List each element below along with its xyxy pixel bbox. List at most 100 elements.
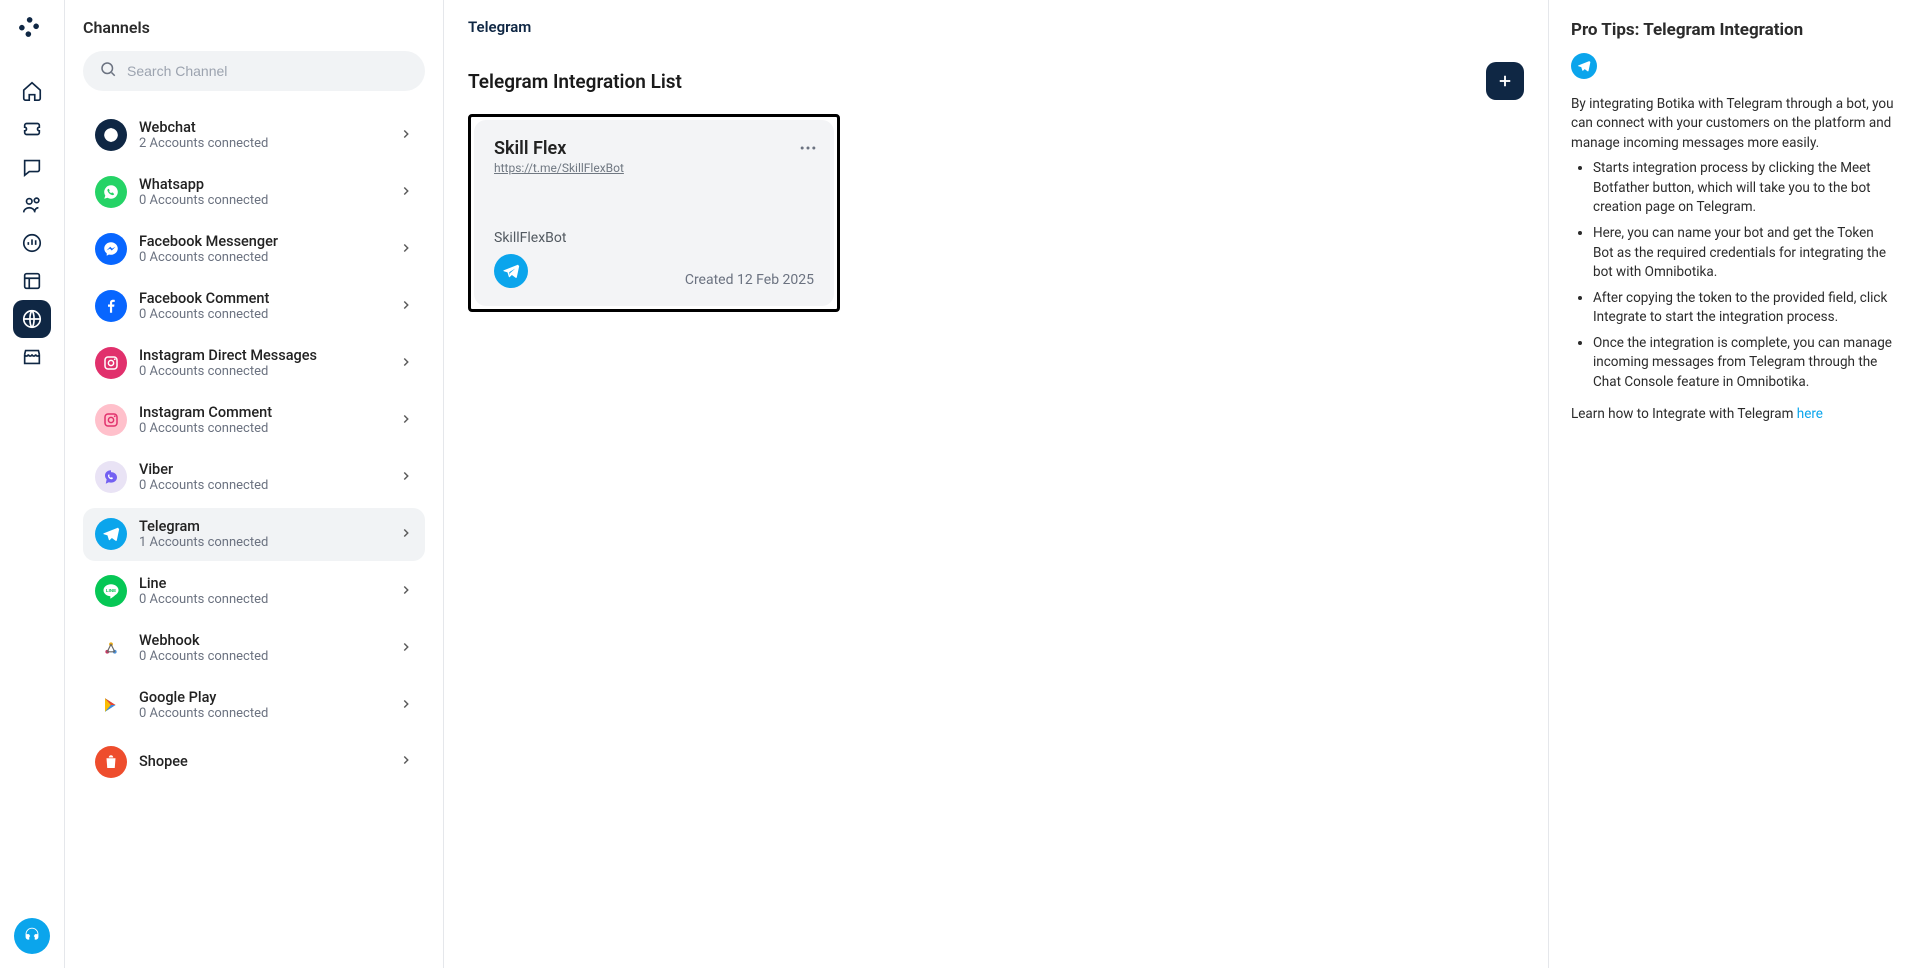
channel-item-line[interactable]: LINE Line0 Accounts connected bbox=[83, 565, 425, 618]
svg-text:LINE: LINE bbox=[106, 588, 116, 593]
chevron-right-icon bbox=[399, 696, 413, 715]
nav-rail bbox=[0, 0, 65, 968]
webhook-icon bbox=[95, 632, 127, 664]
telegram-icon bbox=[494, 254, 528, 288]
tips-title: Pro Tips: Telegram Integration bbox=[1571, 18, 1897, 43]
channel-name: Instagram Comment bbox=[139, 404, 387, 421]
channel-sub: 0 Accounts connected bbox=[139, 478, 387, 494]
channel-sub: 0 Accounts connected bbox=[139, 649, 387, 665]
card-bot-link[interactable]: https://t.me/SkillFlexBot bbox=[494, 161, 814, 175]
channel-name: Telegram bbox=[139, 518, 387, 535]
nav-channels[interactable] bbox=[13, 300, 51, 338]
search-channel-input[interactable] bbox=[127, 63, 409, 79]
channel-list: Webchat2 Accounts connectedWhatsapp0 Acc… bbox=[83, 101, 433, 968]
chevron-right-icon bbox=[399, 183, 413, 202]
app-logo bbox=[18, 16, 46, 44]
chevron-right-icon bbox=[399, 582, 413, 601]
nav-analytics[interactable] bbox=[13, 224, 51, 262]
tips-panel: Pro Tips: Telegram Integration By integr… bbox=[1549, 0, 1919, 968]
channel-sub: 1 Accounts connected bbox=[139, 535, 387, 551]
channel-name: Facebook Comment bbox=[139, 290, 387, 307]
globe-icon bbox=[95, 119, 127, 151]
nav-template[interactable] bbox=[13, 262, 51, 300]
channel-name: Whatsapp bbox=[139, 176, 387, 193]
channel-item-telegram[interactable]: Telegram1 Accounts connected bbox=[83, 508, 425, 561]
channel-item-shopee[interactable]: Shopee bbox=[83, 736, 425, 788]
nav-ticket[interactable] bbox=[13, 110, 51, 148]
chevron-right-icon bbox=[399, 411, 413, 430]
channel-item-whatsapp[interactable]: Whatsapp0 Accounts connected bbox=[83, 166, 425, 219]
channel-name: Google Play bbox=[139, 689, 387, 706]
shopee-icon bbox=[95, 746, 127, 778]
line-icon: LINE bbox=[95, 575, 127, 607]
assistant-bubble[interactable] bbox=[14, 918, 50, 954]
chevron-right-icon bbox=[399, 297, 413, 316]
chevron-right-icon bbox=[399, 240, 413, 259]
telegram-icon bbox=[1571, 53, 1597, 79]
integration-list-title: Telegram Integration List bbox=[468, 70, 682, 93]
search-icon bbox=[99, 60, 117, 82]
channel-item-facebook-comment[interactable]: Facebook Comment0 Accounts connected bbox=[83, 280, 425, 333]
integration-card-highlight: Skill Flex https://t.me/SkillFlexBot Ski… bbox=[468, 114, 840, 312]
chevron-right-icon bbox=[399, 354, 413, 373]
telegram-icon bbox=[95, 518, 127, 550]
chevron-right-icon bbox=[399, 639, 413, 658]
facebook-icon bbox=[95, 290, 127, 322]
channel-item-webchat[interactable]: Webchat2 Accounts connected bbox=[83, 109, 425, 162]
channel-name: Webchat bbox=[139, 119, 387, 136]
tips-learn-prefix: Learn how to Integrate with Telegram bbox=[1571, 406, 1797, 422]
channel-item-instagram-comment[interactable]: Instagram Comment0 Accounts connected bbox=[83, 394, 425, 447]
chevron-right-icon bbox=[399, 126, 413, 145]
card-title: Skill Flex bbox=[494, 138, 814, 159]
chevron-right-icon bbox=[399, 525, 413, 544]
channel-item-viber[interactable]: Viber0 Accounts connected bbox=[83, 451, 425, 504]
channel-sub: 0 Accounts connected bbox=[139, 250, 387, 266]
instagram-icon bbox=[95, 404, 127, 436]
tips-bullet: Here, you can name your bot and get the … bbox=[1593, 224, 1897, 283]
card-created-date: Created 12 Feb 2025 bbox=[685, 272, 814, 288]
messenger-icon bbox=[95, 233, 127, 265]
channel-name: Line bbox=[139, 575, 387, 592]
card-bot-name: SkillFlexBot bbox=[494, 230, 566, 246]
channel-name: Instagram Direct Messages bbox=[139, 347, 387, 364]
channel-sub: 0 Accounts connected bbox=[139, 706, 387, 722]
channel-sub: 0 Accounts connected bbox=[139, 307, 387, 323]
nav-home[interactable] bbox=[13, 72, 51, 110]
chevron-right-icon bbox=[399, 468, 413, 487]
tips-bullet: After copying the token to the provided … bbox=[1593, 289, 1897, 328]
channel-sub: 0 Accounts connected bbox=[139, 421, 387, 437]
card-menu-button[interactable] bbox=[798, 138, 818, 162]
integration-card[interactable]: Skill Flex https://t.me/SkillFlexBot Ski… bbox=[474, 120, 834, 306]
breadcrumb: Telegram bbox=[468, 18, 1524, 36]
channels-panel: Channels Webchat2 Accounts connectedWhat… bbox=[65, 0, 444, 968]
tips-bullet: Starts integration process by clicking t… bbox=[1593, 159, 1897, 218]
tips-intro: By integrating Botika with Telegram thro… bbox=[1571, 95, 1897, 154]
channel-name: Facebook Messenger bbox=[139, 233, 387, 250]
play-icon bbox=[95, 689, 127, 721]
channel-item-webhook[interactable]: Webhook0 Accounts connected bbox=[83, 622, 425, 675]
viber-icon bbox=[95, 461, 127, 493]
channel-name: Webhook bbox=[139, 632, 387, 649]
channel-name: Shopee bbox=[139, 753, 387, 770]
search-channel-input-wrap[interactable] bbox=[83, 51, 425, 91]
nav-chat[interactable] bbox=[13, 148, 51, 186]
channel-sub: 0 Accounts connected bbox=[139, 193, 387, 209]
channel-item-instagram-direct-messages[interactable]: Instagram Direct Messages0 Accounts conn… bbox=[83, 337, 425, 390]
channel-sub: 0 Accounts connected bbox=[139, 364, 387, 380]
add-integration-button[interactable] bbox=[1486, 62, 1524, 100]
tips-bullet: Once the integration is complete, you ca… bbox=[1593, 334, 1897, 393]
nav-storefront[interactable] bbox=[13, 338, 51, 376]
tips-bullets: Starts integration process by clicking t… bbox=[1571, 159, 1897, 392]
channel-name: Viber bbox=[139, 461, 387, 478]
channel-item-facebook-messenger[interactable]: Facebook Messenger0 Accounts connected bbox=[83, 223, 425, 276]
nav-contacts[interactable] bbox=[13, 186, 51, 224]
tips-learn-line: Learn how to Integrate with Telegram her… bbox=[1571, 405, 1897, 425]
instagram-icon bbox=[95, 347, 127, 379]
tips-learn-link[interactable]: here bbox=[1797, 406, 1823, 422]
channels-title: Channels bbox=[83, 18, 433, 37]
channel-sub: 2 Accounts connected bbox=[139, 136, 387, 152]
whatsapp-icon bbox=[95, 176, 127, 208]
channel-item-google-play[interactable]: Google Play0 Accounts connected bbox=[83, 679, 425, 732]
channel-sub: 0 Accounts connected bbox=[139, 592, 387, 608]
integration-area: Telegram Telegram Integration List Skill… bbox=[444, 0, 1549, 968]
